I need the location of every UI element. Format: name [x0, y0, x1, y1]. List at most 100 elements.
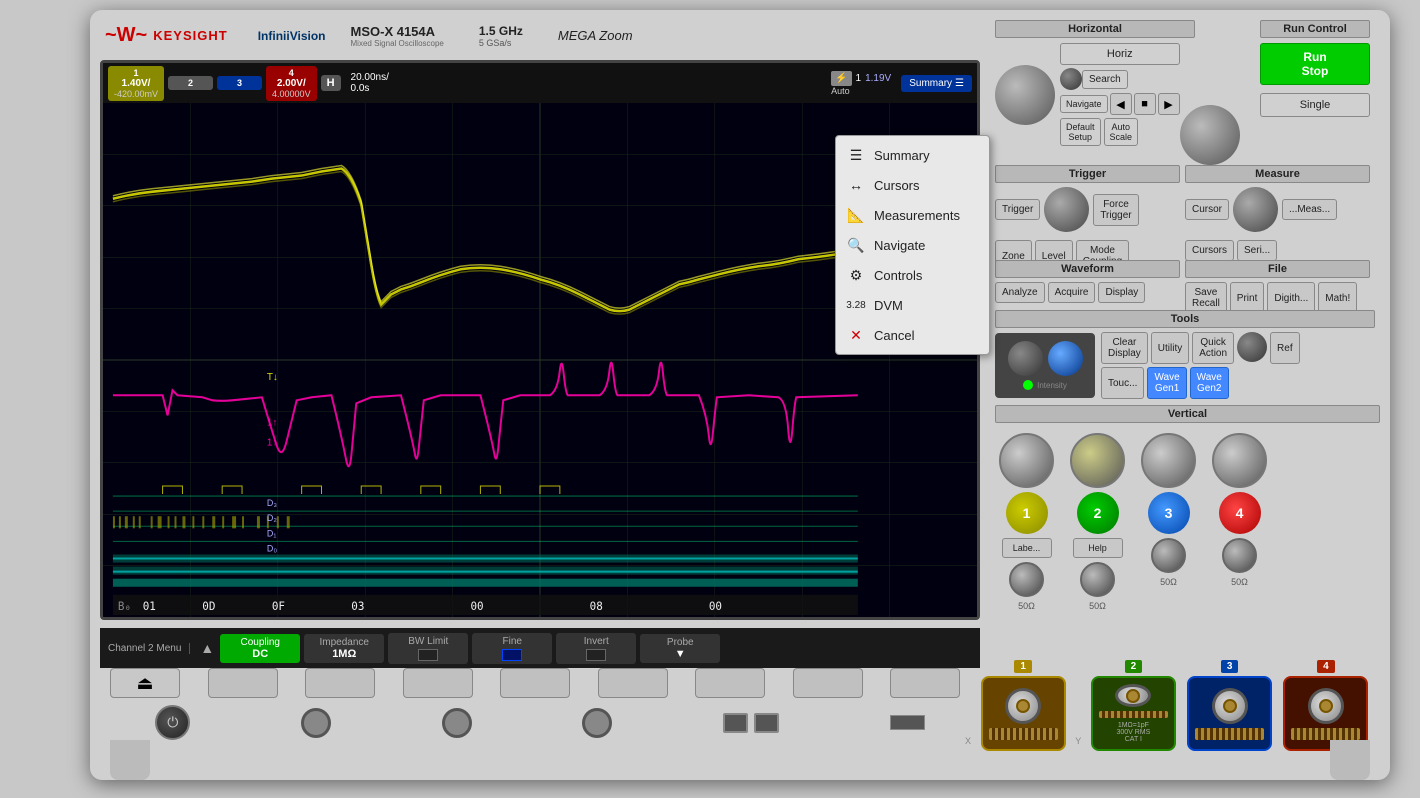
clear-display-button[interactable]: ClearDisplay — [1101, 332, 1148, 364]
intensity-knob-1[interactable] — [1008, 341, 1043, 376]
menu-item-dvm[interactable]: 3.28 DVM — [836, 290, 989, 320]
bottom-btn-f4[interactable] — [500, 668, 570, 698]
ch2-bnc[interactable] — [1115, 684, 1151, 707]
svg-text:1↑: 1↑ — [267, 438, 277, 449]
ch2-position-knob[interactable] — [1080, 562, 1115, 597]
ch4-scale-knob[interactable] — [1212, 433, 1267, 488]
run-stop-button[interactable]: RunStop — [1260, 43, 1370, 85]
utility-button[interactable]: Utility — [1151, 332, 1189, 364]
default-setup-button[interactable]: DefaultSetup — [1060, 118, 1101, 146]
menu-item-cancel[interactable]: ✕ Cancel — [836, 320, 989, 350]
vertical-panel: Vertical 1 Labe... 50Ω 2 Help 50Ω — [995, 405, 1380, 615]
ch3-scale-knob[interactable] — [1141, 433, 1196, 488]
wave-gen1-button[interactable]: WaveGen1 — [1147, 367, 1186, 399]
usb-port-2[interactable] — [754, 713, 779, 733]
search-knob[interactable] — [1060, 68, 1082, 90]
channel2-badge[interactable]: 2 — [168, 76, 213, 90]
channel1-badge[interactable]: 1 1.40V/ -420.00mV — [108, 66, 164, 101]
bottom-btn-f7[interactable] — [793, 668, 863, 698]
bottom-btn-f5[interactable] — [598, 668, 668, 698]
touch-button[interactable]: Touc... — [1101, 367, 1144, 399]
ch2-conn-box[interactable]: 1MΩ=1pF300V RMSCAT I — [1091, 676, 1176, 751]
display-button[interactable]: Display — [1098, 282, 1145, 303]
scroll-up-arrow[interactable]: ▲ — [976, 108, 980, 119]
scroll-down-arrow[interactable]: ▼ — [976, 597, 980, 608]
usb-port-1[interactable] — [723, 713, 748, 733]
ch1-scale-knob[interactable] — [999, 433, 1054, 488]
channel-menu-up-arrow[interactable]: ▲ — [196, 640, 218, 656]
ch2-vertical-button[interactable]: 2 — [1077, 492, 1119, 534]
measure-cursors-button[interactable]: Cursors — [1185, 240, 1234, 261]
ch1-vertical-button[interactable]: 1 — [1006, 492, 1048, 534]
ch3-vertical-button[interactable]: 3 — [1148, 492, 1190, 534]
horiz-button[interactable]: Horiz — [1060, 43, 1180, 65]
connector-circle-1[interactable] — [301, 708, 331, 738]
channel3-badge[interactable]: 3 — [217, 76, 262, 90]
menu-item-summary[interactable]: ☰ Summary — [836, 140, 989, 170]
horizontal-badge[interactable]: H — [321, 75, 341, 91]
bottom-btn-f6[interactable] — [695, 668, 765, 698]
coupling-button[interactable]: Coupling DC — [220, 634, 300, 663]
bottom-btn-f1[interactable] — [208, 668, 278, 698]
ch4-bnc[interactable] — [1308, 688, 1344, 724]
bw-limit-button[interactable]: BW Limit — [388, 633, 468, 664]
connector-circle-2[interactable] — [442, 708, 472, 738]
horizontal-position-knob[interactable] — [995, 65, 1055, 125]
menu-item-measurements[interactable]: 📐 Measurements — [836, 200, 989, 230]
tools-controls: Intensity ClearDisplay Utility QuickActi… — [995, 332, 1375, 399]
single-button[interactable]: Single — [1260, 93, 1370, 117]
acquire-button[interactable]: Acquire — [1048, 282, 1096, 303]
ch2-scale-knob[interactable] — [1070, 433, 1125, 488]
waveform-panel: Waveform Analyze Acquire Display — [995, 260, 1180, 303]
navigate-button[interactable]: Navigate — [1060, 95, 1108, 113]
auto-scale-button[interactable]: AutoScale — [1104, 118, 1139, 146]
nav-left-button[interactable]: ◀ — [1110, 93, 1132, 115]
impedance-button[interactable]: Impedance 1MΩ — [304, 634, 384, 663]
ch1-label-button[interactable]: Labe... — [1002, 538, 1052, 558]
tools-knob[interactable] — [1237, 332, 1267, 362]
trigger-level-knob[interactable] — [1044, 187, 1089, 232]
menu-item-cursors[interactable]: ↔ Cursors — [836, 170, 989, 200]
cursor-button[interactable]: Cursor — [1185, 199, 1229, 220]
menu-item-navigate[interactable]: 🔍 Navigate — [836, 230, 989, 260]
fine-button[interactable]: Fine — [472, 633, 552, 664]
power-button[interactable]: ⏻ — [155, 705, 190, 740]
intensity-knob-2[interactable] — [1048, 341, 1083, 376]
search-button[interactable]: Search — [1082, 70, 1128, 89]
wave-gen2-button[interactable]: WaveGen2 — [1190, 367, 1229, 399]
ch3-bnc[interactable] — [1212, 688, 1248, 724]
bottom-btn-eject[interactable]: ⏏ — [110, 668, 180, 698]
run-controls: RunStop Single — [1260, 43, 1370, 117]
meas-button[interactable]: ...Meas... — [1282, 199, 1337, 220]
probe-comp-connector[interactable] — [890, 715, 925, 730]
ch2-help-button[interactable]: Help — [1073, 538, 1123, 558]
horizontal-scale-knob[interactable] — [1180, 105, 1240, 165]
force-trigger-button[interactable]: ForceTrigger — [1093, 194, 1138, 226]
measure-knob[interactable] — [1233, 187, 1278, 232]
ch3-position-knob[interactable] — [1151, 538, 1186, 573]
trigger-button[interactable]: Trigger — [995, 199, 1040, 220]
invert-button[interactable]: Invert — [556, 633, 636, 664]
svg-text:1↑: 1↑ — [267, 417, 277, 428]
ch1-position-knob[interactable] — [1009, 562, 1044, 597]
ch4-vertical-button[interactable]: 4 — [1219, 492, 1261, 534]
ref-button[interactable]: Ref — [1270, 332, 1300, 364]
channel4-badge[interactable]: 4 2.00V/ 4.00000V — [266, 66, 317, 101]
seri-button[interactable]: Seri... — [1237, 240, 1277, 261]
probe-button[interactable]: Probe ▼ — [640, 634, 720, 663]
analyze-button[interactable]: Analyze — [995, 282, 1045, 303]
nav-stop-button[interactable]: ■ — [1134, 93, 1156, 115]
menu-item-controls[interactable]: ⚙ Controls — [836, 260, 989, 290]
ch3-conn-box[interactable] — [1187, 676, 1272, 751]
measure-sub-controls: Cursors Seri... — [1185, 240, 1277, 261]
connector-circle-3[interactable] — [582, 708, 612, 738]
bottom-btn-f8[interactable] — [890, 668, 960, 698]
ch1-bnc[interactable] — [1005, 688, 1041, 724]
summary-button[interactable]: Summary ☰ — [901, 75, 972, 92]
quick-action-button[interactable]: QuickAction — [1192, 332, 1234, 364]
ch4-position-knob[interactable] — [1222, 538, 1257, 573]
bottom-btn-f2[interactable] — [305, 668, 375, 698]
stand-right — [1330, 740, 1370, 780]
ch1-conn-box[interactable] — [981, 676, 1066, 751]
bottom-btn-f3[interactable] — [403, 668, 473, 698]
